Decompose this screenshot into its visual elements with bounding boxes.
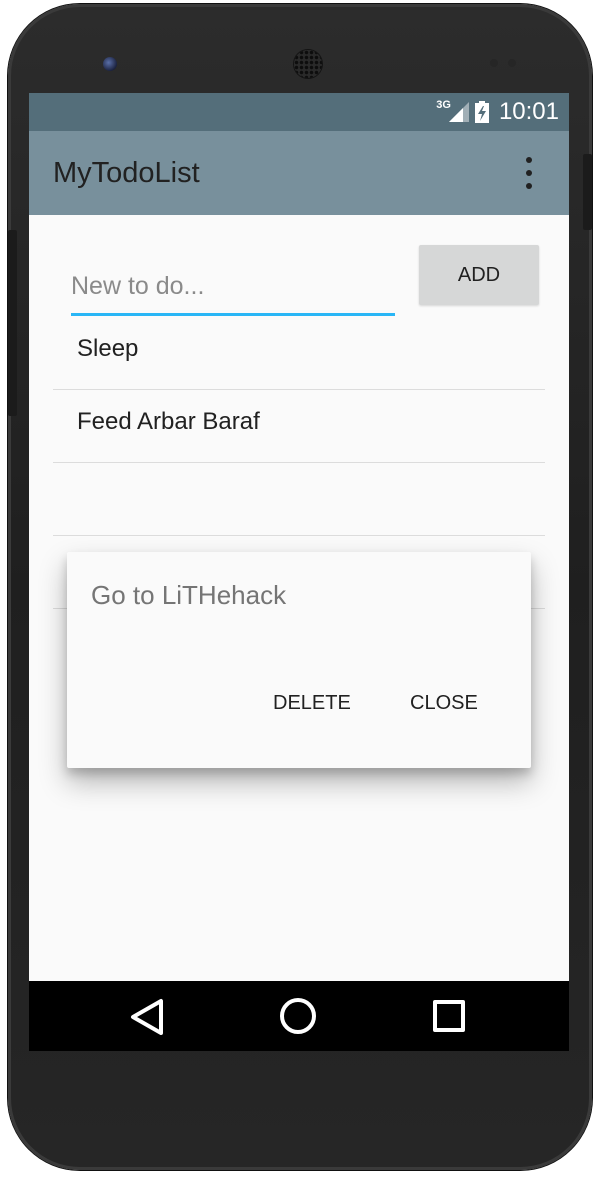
overflow-dot [526, 157, 532, 163]
delete-button[interactable]: DELETE [273, 692, 351, 715]
light-sensor [508, 59, 516, 67]
status-icons: 3G 10:01 [436, 93, 559, 131]
app-title: MyTodoList [53, 157, 200, 189]
main-content: ADD Sleep Feed Arbar Baraf Go to LiTHeha… [29, 215, 569, 981]
list-item-label: Feed Arbar Baraf [77, 408, 260, 435]
front-camera [103, 57, 117, 71]
new-todo-input[interactable] [71, 259, 395, 313]
phone-screen: 3G 10:01 MyTodoList ADD S [29, 93, 569, 1051]
dialog-title: Go to LiTHehack [91, 580, 287, 610]
network-type: 3G [436, 99, 451, 111]
home-icon[interactable] [280, 998, 316, 1034]
list-item[interactable] [53, 463, 545, 536]
recents-icon[interactable] [433, 1000, 465, 1032]
overflow-dot [526, 170, 532, 176]
battery-charging-icon [474, 101, 489, 123]
list-item[interactable]: Feed Arbar Baraf [53, 390, 545, 463]
navigation-bar [29, 981, 569, 1051]
proximity-sensor [490, 59, 498, 67]
list-item-label: Sleep [77, 335, 139, 362]
add-button[interactable]: ADD [419, 245, 539, 305]
close-button[interactable]: CLOSE [410, 692, 478, 715]
power-button [583, 154, 592, 230]
list-item[interactable]: Sleep [53, 317, 545, 390]
new-todo-field [71, 259, 395, 316]
volume-button [8, 230, 17, 416]
overflow-menu-icon[interactable] [519, 157, 539, 189]
todo-dialog: Go to LiTHehack DELETE CLOSE [67, 552, 531, 768]
signal-icon [448, 102, 469, 122]
earpiece-speaker [294, 50, 322, 78]
clock: 10:01 [498, 98, 559, 125]
app-bar: MyTodoList [29, 131, 569, 215]
overflow-dot [526, 183, 532, 189]
status-bar: 3G 10:01 [29, 93, 569, 131]
back-icon[interactable] [129, 998, 165, 1036]
